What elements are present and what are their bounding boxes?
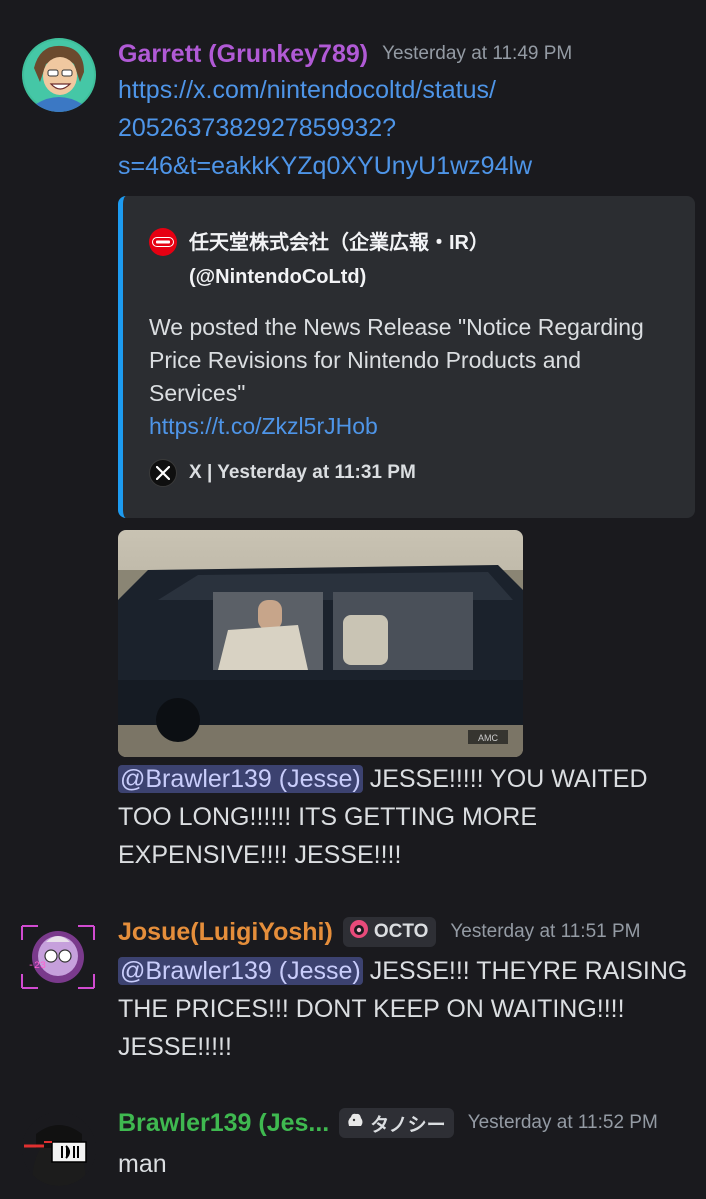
user-mention[interactable]: @Brawler139 (Jesse) [118, 957, 363, 985]
guild-tag-octo[interactable]: OCTO [342, 917, 437, 947]
guild-tag-label: OCTO [373, 921, 429, 942]
username-brawler[interactable]: Brawler139 (Jes... [118, 1109, 329, 1138]
user-mention[interactable]: @Brawler139 (Jesse) [118, 765, 363, 793]
octo-icon [349, 919, 369, 945]
message-timestamp: Yesterday at 11:52 PM [467, 1112, 658, 1133]
embed-author-handle: (@NintendoCoLtd) [189, 266, 367, 288]
link-text: https://x.com/nintendocoltd/status/ 2052… [118, 71, 698, 185]
embed-description: We posted the News Release "Notice Regar… [149, 311, 679, 443]
chat-message-list: Garrett (Grunkey789) Yesterday at 11:49 … [0, 0, 706, 1199]
embed-link[interactable]: https://t.co/Zkzl5rJHob [149, 413, 378, 439]
embed-author-name: 任天堂株式会社（企業広報・IR） [189, 232, 489, 254]
guild-tag-icon [345, 1110, 365, 1136]
guild-tag-tanoshi[interactable]: タノシー [339, 1108, 454, 1138]
tweet-link-line-1[interactable]: https://x.com/nintendocoltd/status/ [118, 76, 496, 104]
embed-footer-text: X | Yesterday at 11:31 PM [189, 462, 416, 483]
username-garrett[interactable]: Garrett (Grunkey789) [118, 40, 368, 69]
message-timestamp: Yesterday at 11:49 PM [382, 43, 573, 64]
svg-text:-23: -23 [28, 961, 46, 972]
guild-tag-label: タノシー [370, 1114, 446, 1136]
tweet-link-line-2[interactable]: 2052637382927859932? [118, 114, 396, 142]
nintendo-logo-icon [149, 228, 177, 256]
username-josue[interactable]: Josue(LuigiYoshi) [118, 918, 333, 947]
avatar-josue[interactable]: -23 [18, 918, 98, 996]
link-embed: 任天堂株式会社（企業広報・IR） (@NintendoCoLtd) We pos… [118, 196, 695, 518]
message-timestamp: Yesterday at 11:51 PM [450, 921, 641, 942]
embed-footer: X | Yesterday at 11:31 PM [149, 459, 416, 487]
message-body: man [118, 1150, 167, 1178]
embed-description-text: We posted the News Release "Notice Regar… [149, 314, 644, 406]
message-text: @Brawler139 (Jesse) JESSE!!! THEYRE RAIS… [118, 952, 698, 1066]
x-logo-icon [149, 459, 177, 487]
embed-author[interactable]: 任天堂株式会社（企業広報・IR） (@NintendoCoLtd) [149, 226, 489, 294]
message-text: man [118, 1145, 698, 1183]
tweet-link-line-3[interactable]: s=46&t=eakkKYZq0XYUnyU1wz94lw [118, 152, 532, 180]
gif-attachment[interactable]: AMC [118, 530, 523, 757]
avatar-brawler[interactable] [22, 1112, 96, 1186]
avatar-garrett[interactable] [22, 38, 96, 112]
gif-watermark: AMC [478, 733, 499, 743]
message-text: @Brawler139 (Jesse) JESSE!!!!! YOU WAITE… [118, 760, 698, 874]
